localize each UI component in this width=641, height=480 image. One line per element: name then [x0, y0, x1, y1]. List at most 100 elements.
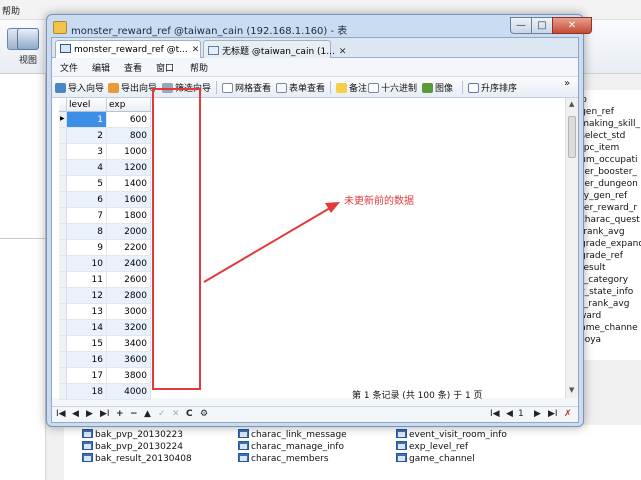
toolbar-overflow-button[interactable]: »	[564, 78, 570, 89]
table-row[interactable]: 11 2600	[59, 272, 151, 288]
grid-view-button[interactable]: 网格查看	[222, 81, 271, 94]
cell-level[interactable]: 14	[67, 320, 107, 336]
row-selector[interactable]	[59, 144, 67, 160]
cell-exp[interactable]: 3800	[107, 368, 151, 384]
cell-level[interactable]: 7	[67, 208, 107, 224]
stop-button[interactable]: ⚙	[200, 409, 208, 419]
cell-exp[interactable]: 2800	[107, 288, 151, 304]
tab-monster-reward-ref[interactable]: monster_reward_ref @t... ✕	[55, 40, 201, 58]
table-list-item[interactable]: game_channel	[396, 453, 475, 465]
scroll-down-icon[interactable]: ▼	[569, 386, 574, 394]
column-header-exp[interactable]: exp	[107, 98, 151, 112]
menu-file[interactable]: 文件	[60, 61, 78, 74]
table-list-item[interactable]: exp_level_ref	[396, 441, 468, 453]
move-up-button[interactable]: ▲	[144, 409, 151, 419]
cell-exp[interactable]: 1200	[107, 160, 151, 176]
table-row[interactable]: 6 1600	[59, 192, 151, 208]
table-row[interactable]: 9 2200	[59, 240, 151, 256]
cell-level[interactable]: 17	[67, 368, 107, 384]
cell-level[interactable]: 18	[67, 384, 107, 400]
cell-exp[interactable]: 1600	[107, 192, 151, 208]
cell-level[interactable]: 16	[67, 352, 107, 368]
previous-record-button[interactable]: ◀	[72, 409, 79, 419]
cell-level[interactable]: 11	[67, 272, 107, 288]
maximize-button[interactable]: □	[531, 17, 553, 34]
table-row[interactable]: 8 2000	[59, 224, 151, 240]
delete-record-button[interactable]: −	[130, 409, 138, 419]
settings-icon[interactable]: ✗	[564, 409, 572, 419]
table-row[interactable]: 13 3000	[59, 304, 151, 320]
row-selector[interactable]	[59, 176, 67, 192]
import-wizard-button[interactable]: 导入向导	[55, 81, 104, 94]
cell-exp[interactable]: 3200	[107, 320, 151, 336]
menu-view[interactable]: 查看	[124, 61, 142, 74]
cell-level[interactable]: 4	[67, 160, 107, 176]
hex-button[interactable]: 十六进制	[368, 81, 417, 94]
table-list-item[interactable]: charac_members	[238, 453, 329, 465]
row-selector[interactable]	[59, 352, 67, 368]
table-row[interactable]: 15 3400	[59, 336, 151, 352]
cell-exp[interactable]: 1000	[107, 144, 151, 160]
cell-level[interactable]: 15	[67, 336, 107, 352]
table-row[interactable]: 17 3800	[59, 368, 151, 384]
row-selector[interactable]	[59, 160, 67, 176]
row-selector[interactable]	[59, 208, 67, 224]
row-selector[interactable]	[59, 368, 67, 384]
memo-button[interactable]: 备注	[336, 81, 367, 94]
row-selector[interactable]	[59, 128, 67, 144]
page-number[interactable]: 1	[518, 409, 524, 419]
table-list-item[interactable]: bak_pvp_20130223	[82, 429, 183, 441]
row-selector[interactable]	[59, 320, 67, 336]
cell-level[interactable]: 10	[67, 256, 107, 272]
add-record-button[interactable]: +	[116, 409, 124, 419]
background-menu-item-help[interactable]: 帮助	[2, 4, 20, 17]
background-tool-view[interactable]: 视图	[14, 28, 42, 66]
table-row[interactable]: 18 4000	[59, 384, 151, 400]
cell-exp[interactable]: 1800	[107, 208, 151, 224]
row-selector[interactable]	[59, 288, 67, 304]
cell-exp[interactable]: 3400	[107, 336, 151, 352]
table-list-item[interactable]: bak_pvp_20130224	[82, 441, 183, 453]
table-row[interactable]: 10 2400	[59, 256, 151, 272]
cell-level[interactable]: 1	[67, 112, 107, 128]
column-header-level[interactable]: level	[67, 98, 107, 112]
export-wizard-button[interactable]: 导出向导	[108, 81, 157, 94]
discard-changes-button[interactable]: ✕	[172, 409, 180, 419]
close-button[interactable]: ✕	[552, 17, 592, 34]
scrollbar-thumb[interactable]	[568, 116, 576, 158]
cell-exp[interactable]: 2200	[107, 240, 151, 256]
row-selector[interactable]	[59, 224, 67, 240]
scroll-up-icon[interactable]: ▲	[569, 100, 574, 108]
cell-exp[interactable]: 600	[107, 112, 151, 128]
page-prev-button[interactable]: ◀	[506, 409, 513, 419]
menu-help[interactable]: 帮助	[190, 61, 208, 74]
table-row[interactable]: 14 3200	[59, 320, 151, 336]
row-selector[interactable]	[59, 256, 67, 272]
last-record-button[interactable]: ▶I	[100, 409, 110, 419]
cell-exp[interactable]: 3000	[107, 304, 151, 320]
cell-level[interactable]: 6	[67, 192, 107, 208]
cell-level[interactable]: 8	[67, 224, 107, 240]
row-selector[interactable]	[59, 112, 67, 128]
row-selector[interactable]	[59, 384, 67, 400]
menu-window[interactable]: 窗口	[156, 61, 174, 74]
table-row[interactable]: 12 2800	[59, 288, 151, 304]
row-selector[interactable]	[59, 192, 67, 208]
cell-level[interactable]: 5	[67, 176, 107, 192]
refresh-button[interactable]: C	[186, 409, 193, 419]
minimize-button[interactable]: —	[510, 17, 532, 34]
apply-changes-button[interactable]: ✓	[158, 409, 166, 419]
tab-untitled[interactable]: 无标题 @taiwan_cain (1... ✕	[203, 40, 346, 58]
tab-close-icon[interactable]: ✕	[192, 45, 200, 55]
table-list-item[interactable]: bak_result_20130408	[82, 453, 192, 465]
first-record-button[interactable]: I◀	[56, 409, 66, 419]
cell-exp[interactable]: 2000	[107, 224, 151, 240]
sort-ascending-button[interactable]: 升序排序	[468, 81, 517, 94]
cell-level[interactable]: 12	[67, 288, 107, 304]
cell-level[interactable]: 13	[67, 304, 107, 320]
table-row[interactable]: 5 1400	[59, 176, 151, 192]
table-list-item[interactable]: charac_link_message	[238, 429, 347, 441]
table-row[interactable]: 1600	[59, 112, 151, 128]
cell-exp[interactable]: 2600	[107, 272, 151, 288]
row-selector[interactable]	[59, 240, 67, 256]
